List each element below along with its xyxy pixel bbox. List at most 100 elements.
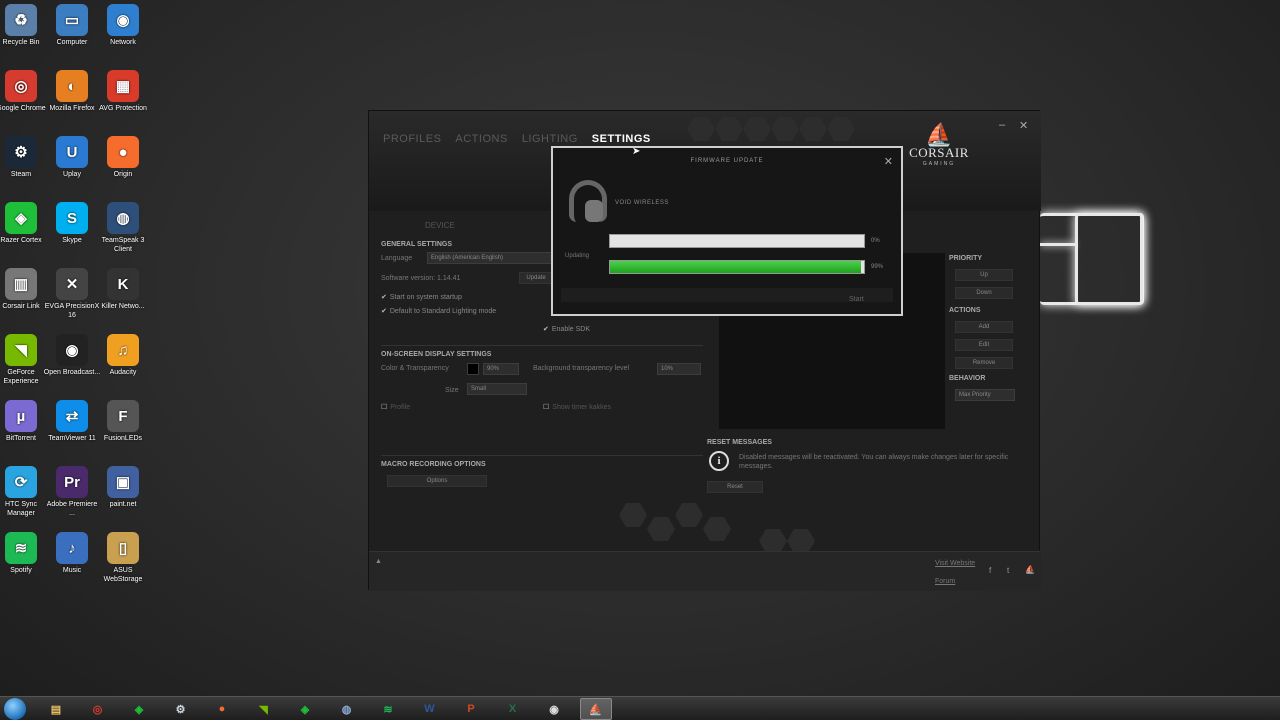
edit-button[interactable]: Edit <box>955 339 1013 351</box>
start-button[interactable] <box>4 698 26 720</box>
language-label: Language <box>381 255 413 262</box>
desktop-shortcut[interactable]: Pr Adobe Premiere ... <box>43 466 101 518</box>
progress-bar-2-fill <box>610 261 862 273</box>
desktop-shortcut[interactable]: K Killer Netwo... <box>94 268 152 311</box>
desktop-shortcut[interactable]: ● Origin <box>94 136 152 179</box>
headset-cup <box>585 200 603 222</box>
corsair-small-icon[interactable]: ⛵ <box>1025 565 1035 574</box>
desktop-shortcut-label: ASUS WebStorage <box>103 567 143 583</box>
facebook-icon[interactable]: f <box>989 566 991 575</box>
desktop-shortcut[interactable]: ◐ Mozilla Firefox <box>43 70 101 113</box>
taskbar-explorer[interactable]: ▤ <box>40 698 72 720</box>
desktop-shortcut[interactable]: ◉ Network <box>94 4 152 47</box>
desktop-shortcut[interactable]: ▯ ASUS WebStorage <box>94 532 152 584</box>
default-lighting-checkbox[interactable]: ✔ Default to Standard Lighting mode <box>381 307 496 315</box>
size-label: Size <box>445 387 459 394</box>
desktop-shortcut[interactable]: ▦ AVG Protection <box>94 70 152 113</box>
progress-bar-1 <box>609 234 865 248</box>
desktop-shortcut[interactable]: ♫ Audacity <box>94 334 152 377</box>
taskbar-razer[interactable]: ◈ <box>123 698 155 720</box>
start-on-startup-checkbox[interactable]: ✔ Start on system startup <box>381 293 462 301</box>
mouse-cursor-icon: ➤ <box>632 146 641 157</box>
desktop-shortcut[interactable]: ▣ paint.net <box>94 466 152 509</box>
tab-settings[interactable]: SETTINGS <box>592 133 651 145</box>
spotify-icon: ≋ <box>5 532 37 564</box>
chrome-icon: ◎ <box>5 70 37 102</box>
visit-website-link[interactable]: Visit Website <box>935 560 975 567</box>
desktop-shortcut[interactable]: ▭ Computer <box>43 4 101 47</box>
taskbar-origin[interactable]: ● <box>206 698 238 720</box>
desktop-shortcut[interactable]: U Uplay <box>43 136 101 179</box>
remove-button[interactable]: Remove <box>955 357 1013 369</box>
tab-profiles[interactable]: PROFILES <box>383 133 441 145</box>
down-button[interactable]: Down <box>955 287 1013 299</box>
desktop-shortcut[interactable]: S Skype <box>43 202 101 245</box>
osd-color-swatch[interactable] <box>467 363 479 375</box>
desktop-shortcut-label: TeamSpeak 3 Client <box>101 237 145 253</box>
collapse-arrow-icon[interactable]: ▲ <box>375 558 382 565</box>
desktop-shortcut[interactable]: ✕ EVGA PrecisionX 16 <box>43 268 101 320</box>
desktop-shortcut[interactable]: F FusionLEDs <box>94 400 152 443</box>
taskbar-chrome[interactable]: ◎ <box>82 698 114 720</box>
taskbar-powerpoint[interactable]: P <box>455 698 487 720</box>
close-button[interactable]: ✕ <box>1019 119 1028 132</box>
firefox-icon: ◐ <box>56 70 88 102</box>
tab-lighting[interactable]: LIGHTING <box>522 133 578 145</box>
desktop-shortcut[interactable]: ◉ Open Broadcast... <box>43 334 101 377</box>
desktop-shortcut-label: EVGA PrecisionX 16 <box>44 303 100 319</box>
premiere-icon: Pr <box>56 466 88 498</box>
taskbar-teamspeak[interactable]: ◍ <box>331 698 363 720</box>
options-button[interactable]: Options <box>387 475 487 487</box>
taskbar-steam[interactable]: ⚙ <box>165 698 197 720</box>
taskbar-corsair[interactable]: ⛵ <box>579 698 612 720</box>
osd-transparency-field[interactable]: 90% <box>483 363 519 375</box>
taskbar-word[interactable]: W <box>414 698 446 720</box>
tab-actions[interactable]: ACTIONS <box>455 133 507 145</box>
desktop-shortcut[interactable]: ◍ TeamSpeak 3 Client <box>94 202 152 254</box>
behavior-select[interactable]: Max Priority <box>955 389 1015 401</box>
add-button[interactable]: Add <box>955 321 1013 333</box>
main-nav: PROFILES ACTIONS LIGHTING SETTINGS <box>383 133 651 145</box>
bg-transparency-select[interactable]: 10% <box>657 363 701 375</box>
minimize-button[interactable]: – <box>999 119 1005 131</box>
update-button[interactable]: Update <box>519 272 553 284</box>
computer-icon: ▭ <box>56 4 88 36</box>
desktop-shortcut-label: Music <box>62 567 82 574</box>
up-button[interactable]: Up <box>955 269 1013 281</box>
bg-transparency-label: Background transparency level <box>533 365 630 372</box>
twitter-icon[interactable]: t <box>1007 566 1009 575</box>
info-icon: i <box>709 451 729 471</box>
progress-bar-2 <box>609 260 865 274</box>
dialog-close-button[interactable]: ✕ <box>884 155 893 168</box>
taskbar-excel[interactable]: X <box>497 698 529 720</box>
desktop-shortcut-label: Skype <box>62 237 82 244</box>
taskbar-spotify[interactable]: ≋ <box>372 698 404 720</box>
obs-icon: ◉ <box>56 334 88 366</box>
desktop-shortcut[interactable]: ♪ Music <box>43 532 101 575</box>
behavior-title: BEHAVIOR <box>949 375 986 382</box>
background-logo-bar <box>1040 243 1075 246</box>
size-select[interactable]: Small <box>467 383 527 395</box>
forum-link[interactable]: Forum <box>935 578 955 585</box>
macro-options-title: MACRO RECORDING OPTIONS <box>381 461 486 468</box>
taskbar-geforce[interactable]: ◥ <box>248 698 280 720</box>
dialog-start-button[interactable]: Start <box>849 296 864 303</box>
teamviewer-icon: ⇄ <box>56 400 88 432</box>
desktop-shortcut-label: Network <box>110 39 136 46</box>
color-transparency-label: Color & Transparency <box>381 365 449 372</box>
device-tab[interactable]: DEVICE <box>425 221 455 230</box>
corsair-link-icon: ▥ <box>5 268 37 300</box>
reset-description: Disabled messages will be reactivated. Y… <box>739 454 1009 470</box>
taskbar-obs[interactable]: ◉ <box>538 698 570 720</box>
network-icon: ◉ <box>107 4 139 36</box>
corsair-sails-icon: ⛵ <box>925 122 953 147</box>
language-select[interactable]: English (American English) <box>427 252 553 264</box>
fusionleds-icon: F <box>107 400 139 432</box>
desktop-shortcut[interactable]: ⇄ TeamViewer 11 <box>43 400 101 443</box>
taskbar-razer2[interactable]: ◈ <box>289 698 321 720</box>
reset-button[interactable]: Reset <box>707 481 763 493</box>
enable-sdk-checkbox[interactable]: ✔ Enable SDK <box>543 325 590 333</box>
app-footer: ▲ Visit Website Forum f t ⛵ <box>369 551 1041 591</box>
show-timer-checkbox[interactable]: ☐ Show timer kakkes <box>543 403 611 411</box>
profile-checkbox[interactable]: ☐ Profile <box>381 403 410 411</box>
